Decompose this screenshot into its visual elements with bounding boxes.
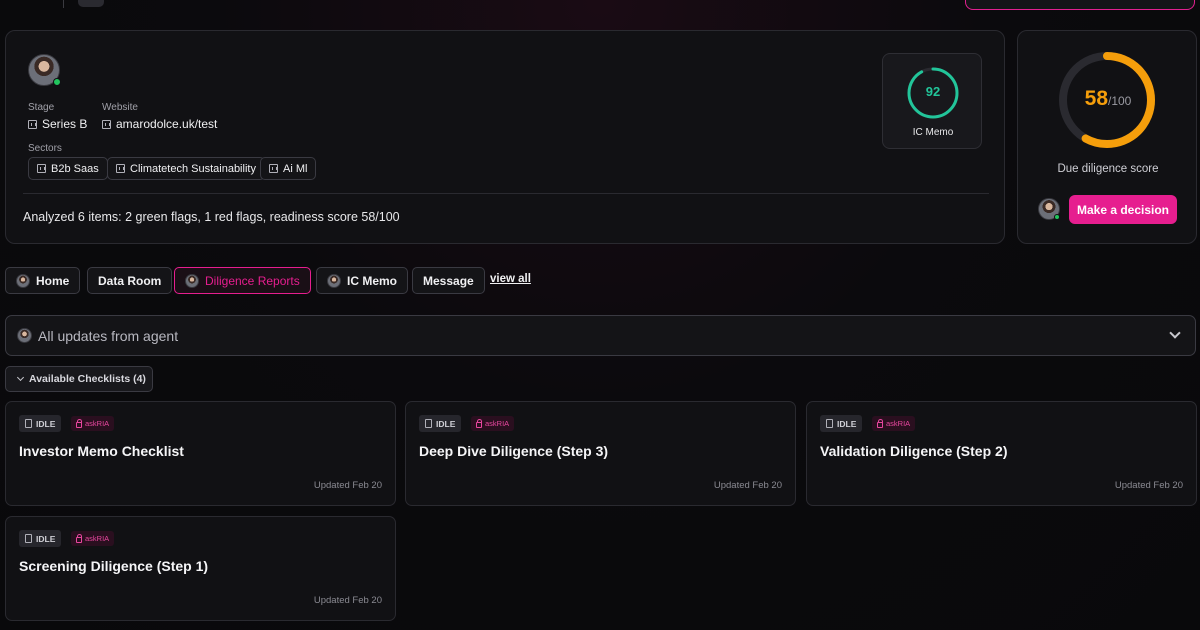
sector-chip: Climatetech Sustainability [107,157,265,180]
avatar-icon [327,273,341,288]
ic-memo-label: IC Memo [912,127,954,138]
status-text: IDLE [36,418,56,429]
tab-label: IC Memo [347,273,398,288]
sector-chip-label: B2b Saas [51,162,99,175]
building-icon [102,119,111,129]
status-badge: IDLE [19,530,62,547]
stage-label: Stage [28,102,55,113]
avatar-icon [16,273,30,288]
lock-icon [476,418,482,428]
checklist-updated: Updated Feb 20 [313,595,382,606]
status-text: IDLE [837,418,857,429]
tab-home[interactable]: Home [5,267,81,294]
avatar-icon [185,273,199,288]
make-decision-button[interactable]: Make a decision [1069,195,1177,224]
tab-data-room[interactable]: Data Room [87,267,173,294]
top-divider [63,0,64,8]
tab-label: Diligence Reports [205,273,300,288]
askria-text: askRIA [485,419,510,428]
available-checklists-toggle[interactable]: Available Checklists (4) [5,366,153,392]
divider [23,193,989,194]
askria-badge: askRIA [872,416,916,431]
website-value[interactable]: amarodolce.uk/test [102,117,217,131]
checklist-card[interactable]: IDLE askRIA Screening Diligence (Step 1)… [5,516,396,621]
analysis-summary: Analyzed 6 items: 2 green flags, 1 red f… [23,210,400,224]
diligence-score-card: 58/100 Due diligence score Make a decisi… [1017,30,1197,244]
sector-chip-label: Climatetech Sustainability [130,162,256,175]
status-badge: IDLE [820,415,863,432]
tab-ic-memo[interactable]: IC Memo [316,267,409,294]
askria-text: askRIA [85,419,110,428]
checklist-updated: Updated Feb 20 [1114,480,1183,491]
checklist-card[interactable]: IDLE askRIA Deep Dive Diligence (Step 3)… [405,401,796,506]
askria-badge: askRIA [71,531,115,546]
checklist-title: Screening Diligence (Step 1) [19,558,209,574]
website-link[interactable]: amarodolce.uk/test [116,117,217,131]
agent-avatar [17,328,32,343]
agent-updates-label: All updates from agent [38,328,179,344]
stage-text: Series B [42,117,88,131]
askria-badge: askRIA [471,416,515,431]
online-status-dot [53,78,61,86]
askria-text: askRIA [85,534,110,543]
lock-icon [76,418,82,428]
lock-icon [877,418,883,428]
available-checklists-label: Available Checklists (4) [29,373,146,385]
checklist-title: Validation Diligence (Step 2) [820,443,1008,459]
checklist-card[interactable]: IDLE askRIA Investor Memo Checklist Upda… [5,401,396,506]
company-profile-card: Stage Series B Website amarodolce.uk/tes… [5,30,1005,244]
lock-icon [76,533,82,543]
view-all-link[interactable]: view all [490,273,531,285]
checklist-updated: Updated Feb 20 [713,480,782,491]
stage-value: Series B [28,117,87,131]
sector-chip-label: Ai Ml [283,162,308,175]
status-badge: IDLE [419,415,462,432]
clipboard-icon [826,419,833,428]
top-bar [0,0,1200,10]
diligence-score-label: Due diligence score [1057,163,1159,175]
tab-label: Data Room [98,273,162,288]
askria-badge: askRIA [71,416,115,431]
checklist-title: Investor Memo Checklist [19,443,184,459]
chevron-down-icon[interactable] [1169,327,1181,339]
clipboard-icon [25,534,32,543]
askria-text: askRIA [886,419,911,428]
chevron-down-icon [16,373,25,382]
status-text: IDLE [36,533,56,544]
sector-chip: B2b Saas [28,157,108,180]
building-icon [269,164,278,173]
search-input[interactable] [965,0,1195,10]
online-status-dot [1054,214,1060,220]
diligence-score-value: 58 [1084,87,1108,110]
agent-updates-dropdown[interactable]: All updates from agent [5,315,1196,356]
ic-memo-score-box[interactable]: 92 IC Memo [882,53,982,149]
top-chip[interactable] [78,0,104,7]
website-label: Website [102,102,138,113]
sector-chip: Ai Ml [260,157,317,180]
tab-label: Message [423,273,474,288]
status-badge: IDLE [19,415,62,432]
checklist-title: Deep Dive Diligence (Step 3) [419,443,609,459]
building-icon [28,119,37,129]
clipboard-icon [425,419,432,428]
diligence-score: 58/100 [1018,87,1198,111]
tab-diligence-reports[interactable]: Diligence Reports [174,267,311,294]
clipboard-icon [25,419,32,428]
building-icon [116,164,125,173]
checklist-card[interactable]: IDLE askRIA Validation Diligence (Step 2… [806,401,1197,506]
tab-message[interactable]: Message [412,267,485,294]
building-icon [37,164,46,173]
ic-memo-score: 92 [925,84,941,99]
status-text: IDLE [436,418,456,429]
diligence-score-max: /100 [1108,94,1132,108]
checklist-updated: Updated Feb 20 [313,480,382,491]
tab-label: Home [36,273,70,288]
sectors-label: Sectors [28,143,62,154]
